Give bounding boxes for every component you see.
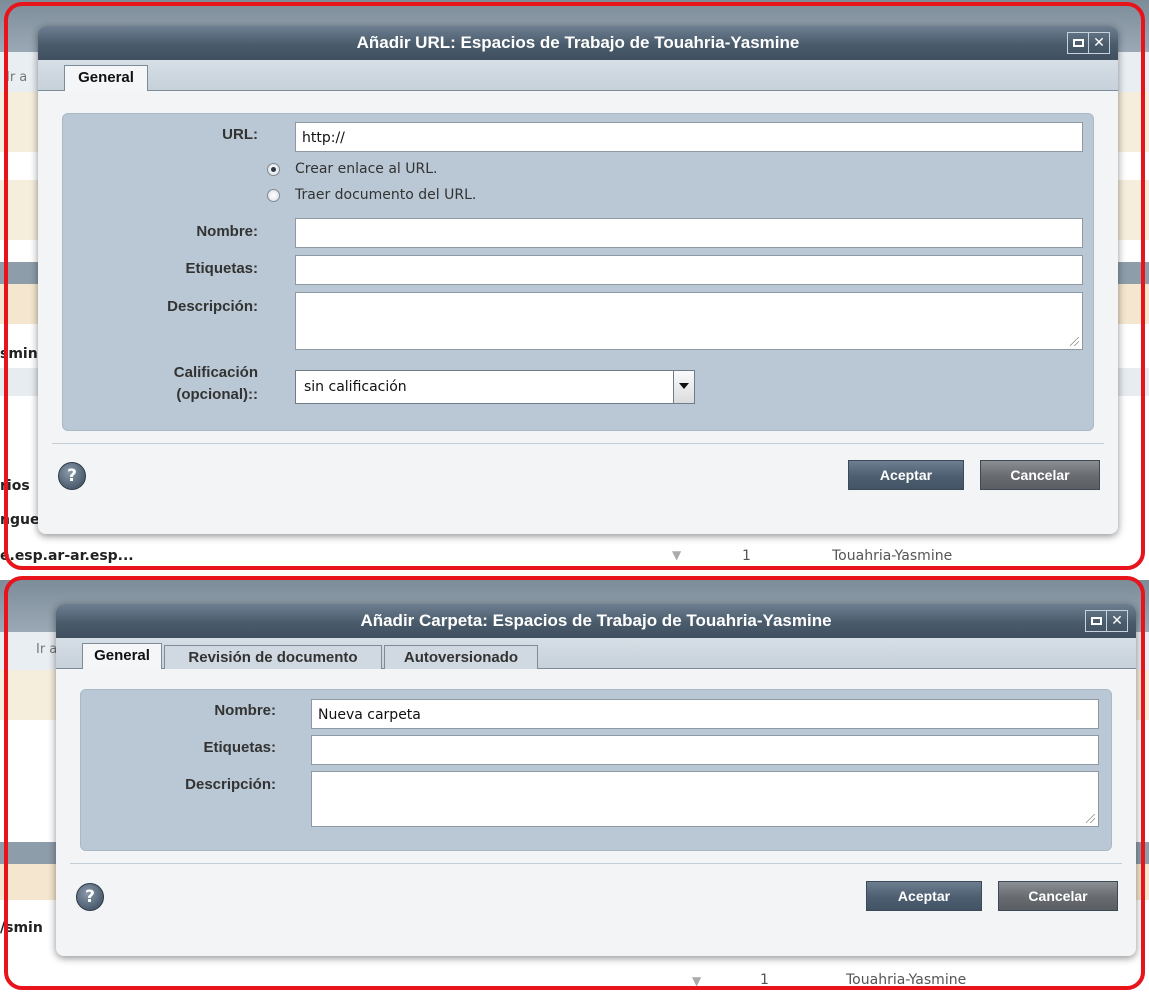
highlight-frame-top <box>4 2 1145 570</box>
highlight-frame-bottom <box>4 576 1145 990</box>
